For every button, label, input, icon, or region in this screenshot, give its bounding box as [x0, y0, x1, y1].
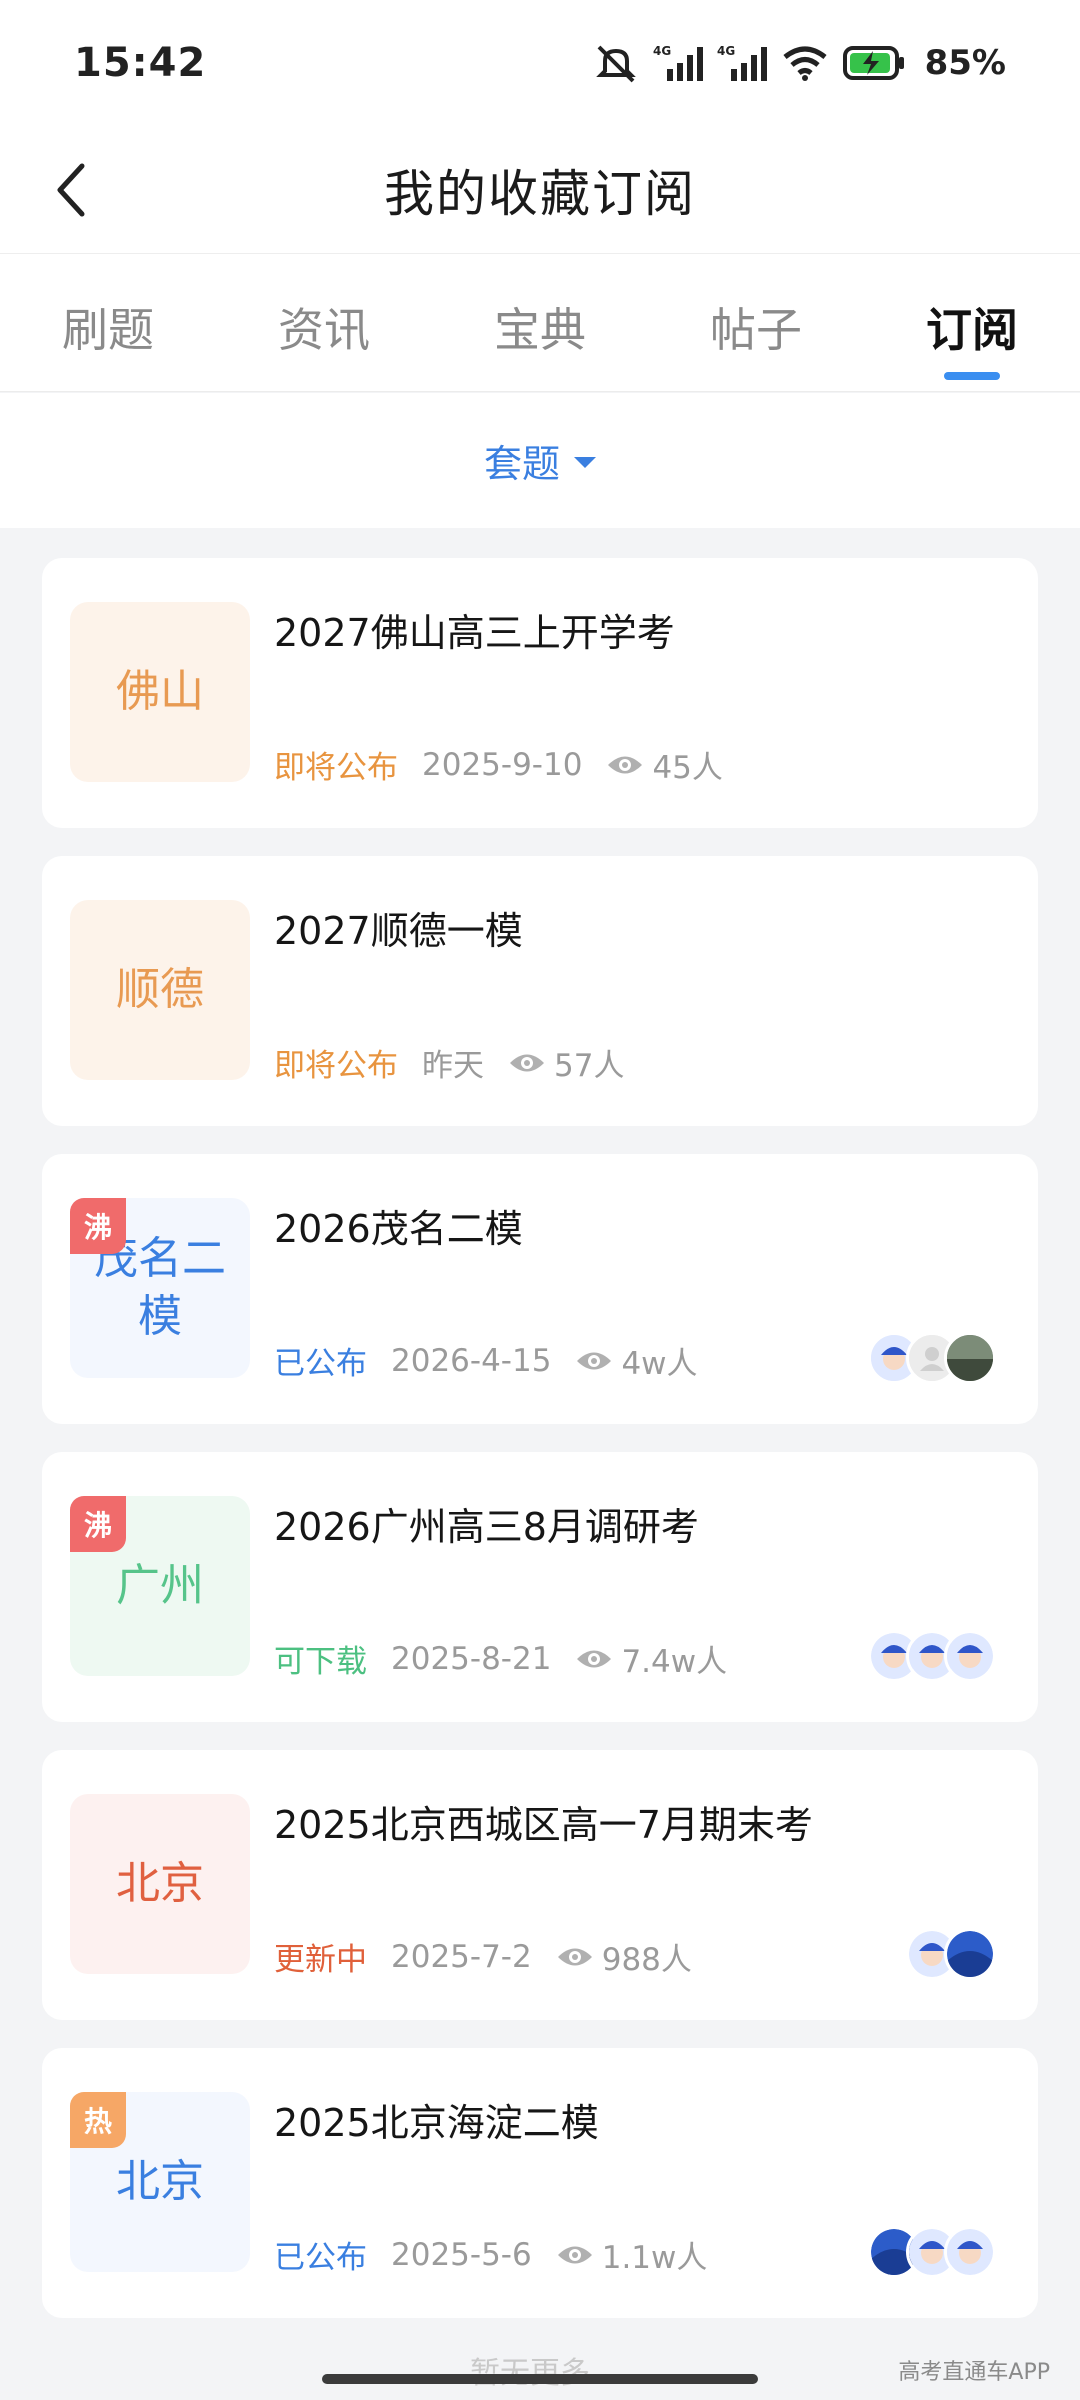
status-icons: 4G 4G 85%	[593, 43, 1006, 83]
eye-icon	[510, 1054, 544, 1071]
back-button[interactable]	[40, 158, 104, 222]
card-title: 2026广州高三8月调研考	[274, 1505, 699, 1549]
watermark: 高考直通车APP	[898, 2360, 1050, 2385]
filter-label: 套题	[483, 442, 560, 486]
list-item[interactable]: 顺德 2027顺德一模 即将公布 昨天 57人	[42, 856, 1038, 1126]
card-meta: 已公布 2025-5-6 1.1w人	[274, 2232, 707, 2277]
eye-icon	[557, 1948, 592, 1965]
views: 45人	[606, 742, 723, 787]
avatar	[944, 1630, 996, 1682]
status-bar: 15:42 4G 4G 85%	[0, 0, 1080, 126]
avatar	[944, 1332, 996, 1384]
page-title: 我的收藏订阅	[384, 164, 696, 223]
views: 7.4w人	[575, 1636, 727, 1681]
views: 4w人	[575, 1338, 698, 1383]
home-indicator[interactable]	[322, 2374, 758, 2384]
svg-text:4G: 4G	[717, 44, 735, 58]
views: 1.1w人	[556, 2232, 708, 2277]
card-title: 2027顺德一模	[274, 909, 523, 953]
avatar-group	[868, 1332, 996, 1384]
views: 57人	[508, 1040, 624, 1085]
tab-baodian[interactable]: 宝典	[460, 294, 620, 360]
signal-4g-icon-2: 4G	[717, 44, 767, 81]
list-item[interactable]: 佛山 2027佛山高三上开学考 即将公布 2025-9-10 45人	[42, 558, 1038, 828]
card-title: 2026茂名二模	[274, 1207, 523, 1251]
status-label: 即将公布	[274, 750, 398, 786]
views-count: 988人	[601, 1942, 692, 1978]
tab-zixun[interactable]: 资讯	[244, 294, 404, 360]
avatar-group	[868, 1630, 996, 1682]
card-title: 2025北京西城区高一7月期末考	[274, 1803, 813, 1847]
views-count: 4w人	[621, 1346, 698, 1382]
chevron-left-icon	[57, 163, 85, 217]
card-thumbnail: 佛山	[70, 602, 250, 782]
caret-down-icon	[574, 457, 596, 468]
card-meta: 更新中 2025-7-2 988人	[274, 1934, 692, 1979]
card-title: 2025北京海淀二模	[274, 2101, 599, 2145]
views-count: 45人	[652, 750, 723, 786]
views: 988人	[556, 1934, 692, 1979]
date-label: 2025-8-21	[391, 1640, 552, 1677]
header: 我的收藏订阅	[0, 126, 1080, 254]
status-label: 已公布	[274, 2240, 367, 2276]
active-tab-indicator	[944, 372, 1000, 380]
card-thumbnail: 北京	[70, 1794, 250, 1974]
avatar	[944, 2226, 996, 2278]
avatar-group	[906, 1928, 996, 1980]
status-time: 15:42	[74, 40, 207, 86]
avatar	[944, 1928, 996, 1980]
views-count: 1.1w人	[601, 2240, 708, 2276]
date-label: 昨天	[422, 1048, 484, 1084]
avatar-group	[868, 2226, 996, 2278]
list-item[interactable]: 北京 2025北京西城区高一7月期末考 更新中 2025-7-2 988人	[42, 1750, 1038, 2020]
card-thumbnail: 顺德	[70, 900, 250, 1080]
list-item[interactable]: 广州 沸 2026广州高三8月调研考 可下载 2025-8-21 7.4w人	[42, 1452, 1038, 1722]
status-label: 已公布	[274, 1346, 367, 1382]
battery-charging-icon	[842, 46, 904, 80]
date-label: 2025-7-2	[391, 1938, 532, 1975]
tab-tiezi[interactable]: 帖子	[676, 294, 836, 360]
battery-percent: 85%	[924, 43, 1006, 83]
status-label: 即将公布	[274, 1048, 398, 1084]
screen: 15:42 4G 4G 85% 我的收藏订阅 刷题 资讯 宝典 帖子 订阅 套题…	[0, 0, 1080, 2400]
card-meta: 已公布 2026-4-15 4w人	[274, 1338, 698, 1383]
card-meta: 即将公布 昨天 57人	[274, 1040, 624, 1085]
card-meta: 可下载 2025-8-21 7.4w人	[274, 1636, 727, 1681]
date-label: 2025-9-10	[422, 746, 583, 783]
views-count: 7.4w人	[621, 1644, 728, 1680]
list-end-text: 暂无更多	[470, 2348, 590, 2392]
wifi-icon	[783, 46, 827, 81]
svg-text:4G: 4G	[653, 44, 671, 58]
signal-4g-icon: 4G	[653, 44, 703, 81]
hot-badge: 热	[70, 2092, 126, 2148]
tab-bar: 刷题 资讯 宝典 帖子 订阅	[0, 254, 1080, 392]
hot-badge: 沸	[70, 1496, 126, 1552]
list-item[interactable]: 茂名二模 沸 2026茂名二模 已公布 2026-4-15 4w人	[42, 1154, 1038, 1424]
hot-badge: 沸	[70, 1198, 126, 1254]
tab-shuati[interactable]: 刷题	[28, 294, 188, 360]
status-label: 更新中	[274, 1942, 367, 1978]
list-item[interactable]: 北京 热 2025北京海淀二模 已公布 2025-5-6 1.1w人	[42, 2048, 1038, 2318]
date-label: 2025-5-6	[391, 2236, 532, 2273]
status-label: 可下载	[274, 1644, 367, 1680]
eye-icon	[577, 1352, 612, 1369]
views-count: 57人	[554, 1048, 625, 1084]
eye-icon	[608, 756, 643, 773]
filter-dropdown[interactable]: 套题	[0, 393, 1080, 528]
mute-bell-icon	[595, 45, 636, 83]
card-title: 2027佛山高三上开学考	[274, 611, 675, 655]
tab-dingyue[interactable]: 订阅	[892, 294, 1052, 360]
eye-icon	[577, 1650, 612, 1667]
date-label: 2026-4-15	[391, 1342, 552, 1379]
card-meta: 即将公布 2025-9-10 45人	[274, 742, 723, 787]
eye-icon	[557, 2246, 592, 2263]
